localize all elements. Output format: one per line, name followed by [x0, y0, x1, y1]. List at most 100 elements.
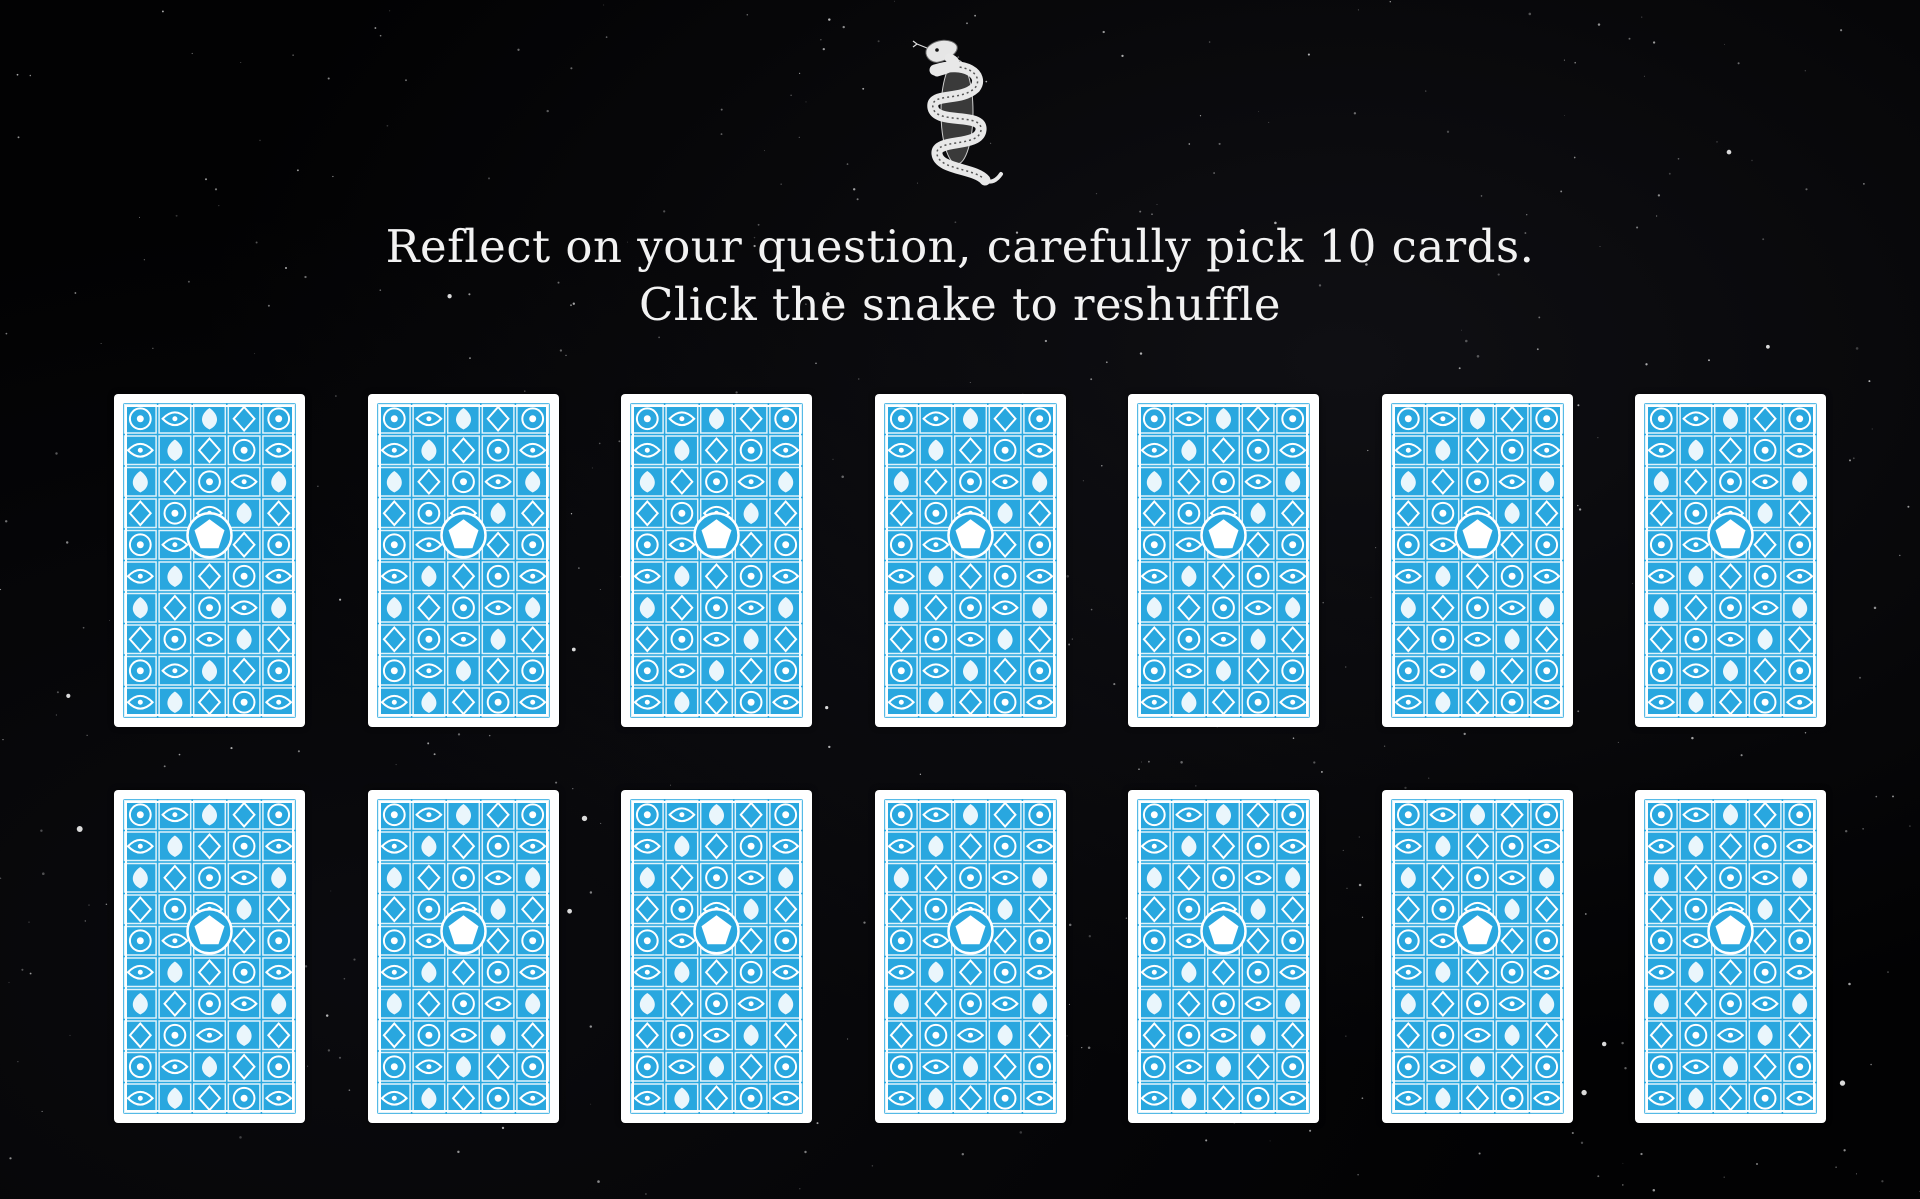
- star: [1597, 23, 1601, 26]
- tarot-card-back[interactable]: [1128, 394, 1319, 727]
- star: [374, 27, 377, 29]
- star: [239, 1136, 242, 1139]
- star: [1907, 505, 1910, 508]
- star: [1657, 194, 1661, 197]
- tarot-card-back[interactable]: [114, 790, 305, 1123]
- star: [1353, 112, 1357, 115]
- star: [1622, 1184, 1624, 1186]
- tarot-card-back[interactable]: [367, 394, 559, 727]
- star: [1640, 1152, 1643, 1156]
- instruction-line-pick: Reflect on your question, carefully pick…: [385, 220, 1535, 273]
- star: [969, 381, 971, 384]
- star: [1121, 54, 1124, 58]
- star: [1208, 41, 1211, 43]
- star: [28, 921, 30, 923]
- star: [296, 169, 299, 172]
- star: [842, 25, 845, 29]
- star: [1726, 149, 1732, 155]
- star: [56, 691, 59, 694]
- instructions: Reflect on your question, carefully pick…: [0, 218, 1920, 334]
- card-back-pattern: [1644, 403, 1817, 718]
- star: [8, 981, 10, 984]
- star: [1844, 829, 1848, 833]
- star: [1871, 428, 1873, 430]
- star: [1526, 214, 1528, 216]
- star: [1090, 378, 1093, 381]
- tarot-card-back[interactable]: [1381, 790, 1573, 1123]
- star: [152, 347, 154, 349]
- star: [746, 13, 749, 16]
- tarot-card-back[interactable]: [1635, 790, 1826, 1123]
- tarot-card-back[interactable]: [1635, 394, 1826, 727]
- star: [974, 14, 976, 17]
- card-back-pattern: [1390, 799, 1564, 1114]
- star: [820, 39, 822, 41]
- star: [1258, 111, 1260, 113]
- star: [4, 520, 8, 523]
- star: [1425, 90, 1427, 92]
- star: [29, 972, 32, 975]
- star: [1887, 971, 1889, 973]
- tarot-card-back[interactable]: [1128, 790, 1319, 1123]
- star: [254, 353, 256, 355]
- star: [1652, 1189, 1656, 1192]
- star: [1909, 825, 1911, 827]
- star: [1458, 367, 1461, 370]
- tarot-card-back[interactable]: [367, 790, 559, 1123]
- tarot-card-back[interactable]: [114, 394, 305, 727]
- card-back-pattern: [1137, 799, 1310, 1114]
- star: [1628, 37, 1631, 40]
- star: [1655, 215, 1658, 217]
- star: [469, 357, 471, 359]
- star: [804, 1150, 807, 1154]
- snake-icon: [912, 39, 1003, 186]
- star: [66, 693, 71, 698]
- star: [1139, 210, 1142, 213]
- star: [663, 210, 666, 213]
- star: [1622, 1162, 1624, 1164]
- card-back-pattern: [123, 799, 296, 1114]
- star: [1848, 459, 1852, 462]
- star: [332, 175, 334, 178]
- star: [1269, 1140, 1271, 1142]
- star: [790, 94, 792, 96]
- star: [82, 626, 85, 629]
- reshuffle-snake-button[interactable]: [905, 30, 1015, 190]
- star: [858, 378, 860, 380]
- star: [856, 198, 859, 201]
- tarot-card-back[interactable]: [621, 394, 812, 727]
- star: [1357, 1174, 1359, 1176]
- star: [1476, 355, 1480, 358]
- star: [386, 124, 389, 127]
- star: [1019, 1131, 1023, 1134]
- tarot-card-back[interactable]: [874, 394, 1066, 727]
- tarot-card-back[interactable]: [1381, 394, 1573, 727]
- star: [1873, 606, 1877, 610]
- star: [457, 1150, 460, 1154]
- star: [1723, 1176, 1725, 1178]
- star: [1105, 361, 1108, 364]
- star: [862, 87, 865, 90]
- star: [1643, 75, 1645, 77]
- star: [175, 214, 178, 217]
- star: [1641, 16, 1643, 18]
- star: [893, 0, 896, 2]
- star: [327, 77, 330, 80]
- star: [16, 73, 19, 76]
- star: [1478, 1152, 1481, 1155]
- star: [109, 620, 110, 621]
- tarot-card-back[interactable]: [621, 790, 812, 1123]
- star: [1892, 795, 1894, 798]
- star: [1863, 183, 1865, 185]
- star: [161, 10, 164, 13]
- star: [1213, 172, 1215, 174]
- star: [877, 40, 880, 43]
- star: [55, 714, 58, 716]
- star: [1868, 380, 1871, 383]
- star: [822, 47, 825, 51]
- star: [1716, 141, 1718, 143]
- star: [603, 4, 605, 6]
- tarot-card-back[interactable]: [874, 790, 1066, 1123]
- star: [1139, 352, 1143, 355]
- star: [17, 1061, 19, 1063]
